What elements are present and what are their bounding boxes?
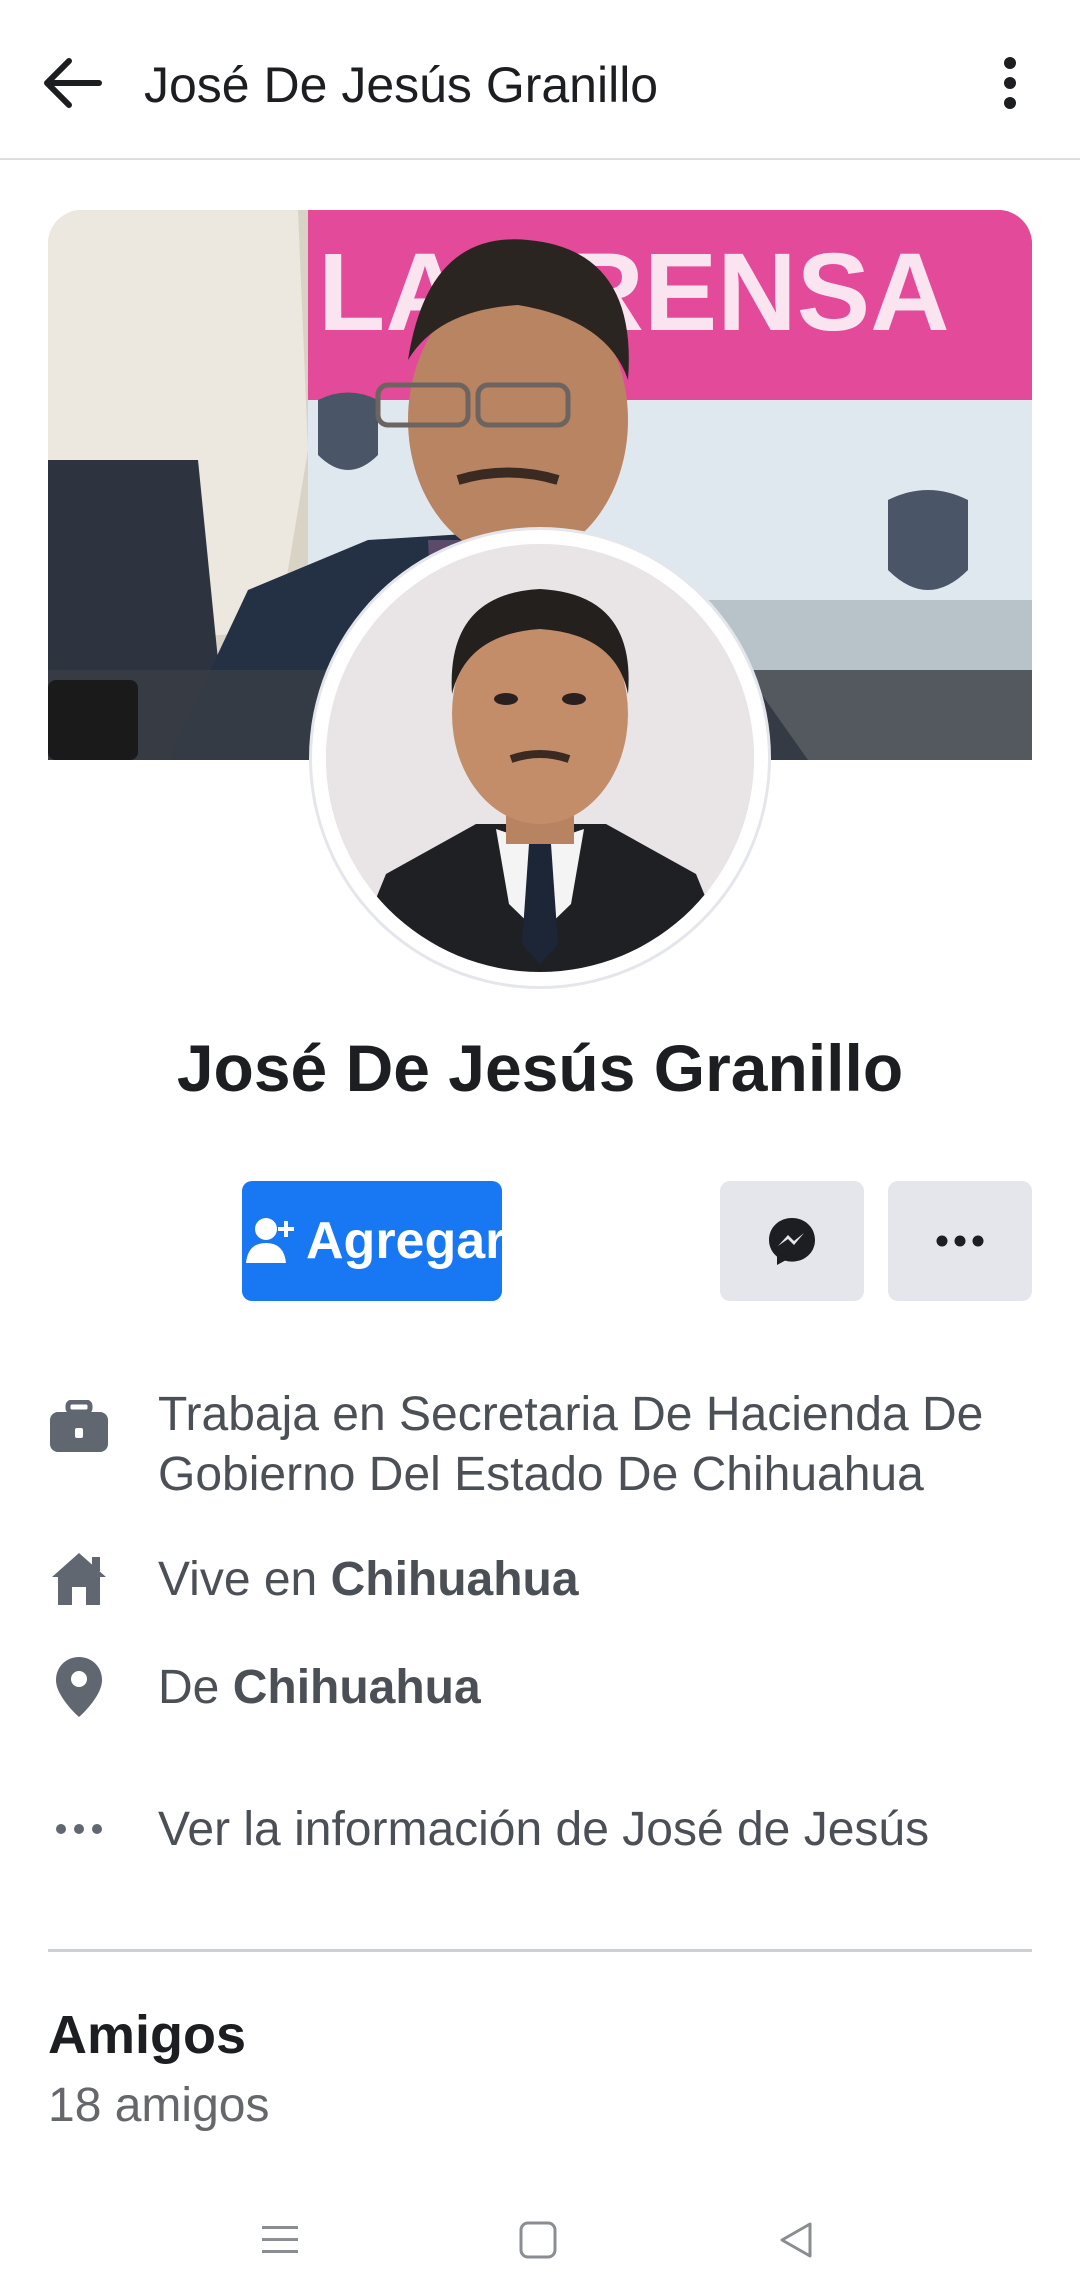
lives-place[interactable]: Chihuahua bbox=[331, 1553, 579, 1606]
lives-info-text: Vive en Chihuahua bbox=[158, 1550, 1040, 1610]
profile-name: José De Jesús Granillo bbox=[176, 1031, 904, 1105]
cover-banner-text: LA PRENSA bbox=[318, 231, 950, 354]
recent-apps-button[interactable] bbox=[240, 2208, 320, 2272]
from-place[interactable]: Chihuahua bbox=[233, 1661, 481, 1714]
profile-page: José De Jesús Granillo LA PRENSA José De… bbox=[0, 0, 1080, 2296]
avatar bbox=[326, 544, 754, 972]
from-prefix: De bbox=[158, 1661, 233, 1714]
from-info-text: De Chihuahua bbox=[158, 1658, 1040, 1718]
messenger-icon bbox=[769, 1218, 815, 1265]
back-triangle-icon bbox=[780, 2222, 812, 2258]
section-divider bbox=[48, 1949, 1032, 1952]
briefcase-icon bbox=[44, 1393, 114, 1463]
profile-picture[interactable] bbox=[312, 530, 768, 986]
more-options-button[interactable] bbox=[980, 48, 1040, 118]
top-app-bar: José De Jesús Granillo bbox=[0, 0, 1080, 160]
system-back-button[interactable] bbox=[756, 2208, 836, 2272]
home-icon bbox=[44, 1544, 114, 1614]
back-button[interactable] bbox=[36, 48, 106, 118]
friends-count[interactable]: 18 amigos bbox=[48, 2078, 269, 2133]
recent-apps-icon bbox=[262, 2226, 298, 2253]
more-horizontal-icon bbox=[44, 1794, 114, 1864]
more-horizontal-icon bbox=[936, 1235, 984, 1247]
work-info-text: Trabaja en Secretaria De Hacienda De Gob… bbox=[158, 1388, 984, 1501]
home-square-icon bbox=[519, 2221, 557, 2259]
system-navigation-bar bbox=[0, 2180, 1080, 2296]
add-friend-label: Agregar bbox=[306, 1212, 502, 1270]
home-button[interactable] bbox=[498, 2208, 578, 2272]
add-friend-button[interactable]: Agregar bbox=[242, 1181, 502, 1301]
avatar-image bbox=[326, 544, 754, 972]
more-vertical-icon bbox=[1004, 57, 1016, 109]
see-info-link[interactable]: Ver la información de José de Jesús bbox=[158, 1800, 1040, 1860]
friends-section-title[interactable]: Amigos bbox=[48, 2004, 246, 2066]
location-pin-icon bbox=[44, 1652, 114, 1722]
lives-prefix: Vive en bbox=[158, 1553, 331, 1606]
message-button[interactable] bbox=[720, 1181, 864, 1301]
add-friend-icon bbox=[242, 1201, 298, 1281]
arrow-left-icon bbox=[44, 58, 102, 108]
more-actions-button[interactable] bbox=[888, 1181, 1032, 1301]
app-bar-title: José De Jesús Granillo bbox=[144, 57, 659, 113]
